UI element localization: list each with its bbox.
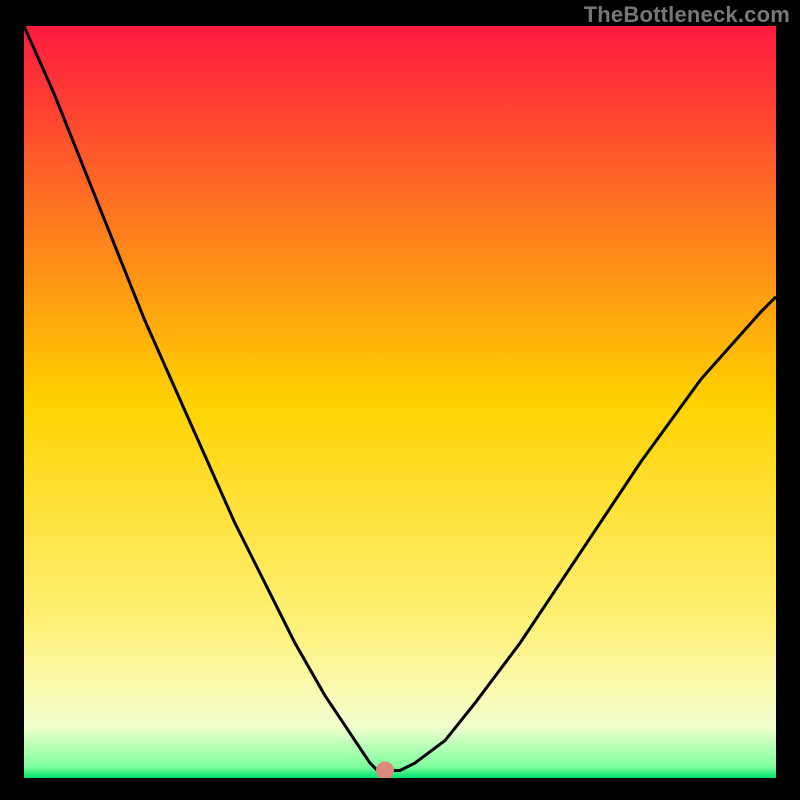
chart-frame: TheBottleneck.com — [0, 0, 800, 800]
chart-svg — [24, 26, 776, 778]
watermark-text: TheBottleneck.com — [584, 2, 790, 28]
plot-area — [24, 26, 776, 778]
chart-background — [24, 26, 776, 778]
